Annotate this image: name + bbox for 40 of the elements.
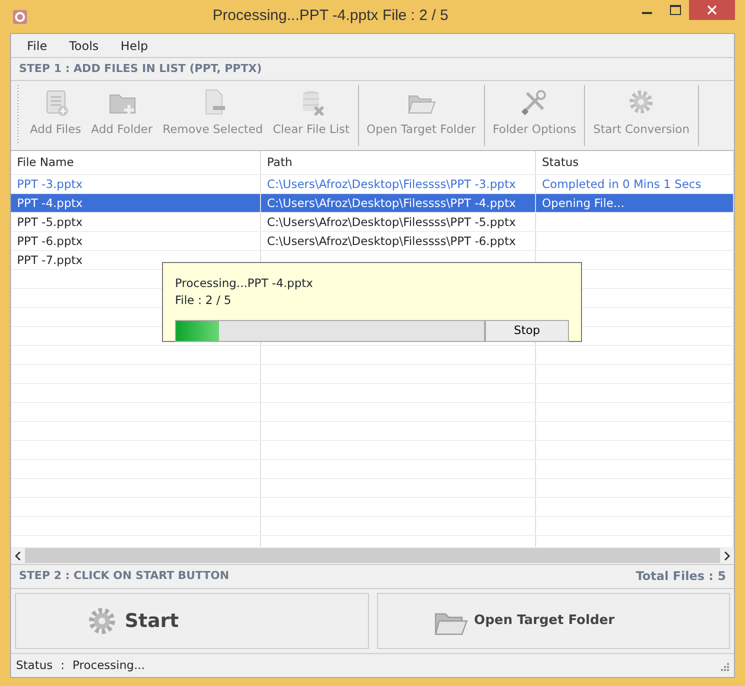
column-header[interactable]: Path: [261, 151, 536, 174]
step-heading: STEP 1 : ADD FILES IN LIST (PPT, PPTX): [19, 60, 262, 77]
file-path: C:\Users\Afroz\Desktop\Filessss\PPT -4.pptx: [267, 196, 516, 210]
file-name: PPT -3.pptx: [17, 177, 83, 191]
status-label: Status: [16, 656, 53, 674]
maximize-icon: [670, 5, 680, 15]
file-path: C:\Users\Afroz\Desktop\Filessss\PPT -5.pptx: [267, 215, 516, 229]
app-icon: [12, 8, 28, 24]
file-path: C:\Users\Afroz\Desktop\Filessss\PPT -3.pptx: [267, 177, 516, 191]
column-header[interactable]: File Name: [11, 151, 261, 174]
status-separator: :: [60, 656, 65, 674]
file-count-text: File : 2 / 5: [175, 292, 232, 310]
progress-text: Processing...PPT -4.pptx: [175, 275, 314, 292]
step-heading: STEP 2 : CLICK ON START BUTTON: [19, 568, 230, 584]
start-button[interactable]: Start: [15, 593, 368, 649]
file-name: PPT -6.pptx: [17, 234, 83, 248]
resize-grip-icon[interactable]: [719, 660, 729, 670]
column-header[interactable]: Status: [536, 151, 734, 174]
table-row[interactable]: PPT -4.pptx C:\Users\Afroz\Desktop\Filessss\PPT -4.pptx Opening File...: [11, 194, 734, 213]
menu-item[interactable]: Tools: [69, 36, 99, 54]
total-files-label: Total Files : 5: [636, 568, 726, 585]
file-name: PPT -7.pptx: [17, 253, 83, 267]
file-name: PPT -5.pptx: [17, 215, 83, 229]
file-status: Opening File...: [542, 196, 624, 210]
file-name: PPT -4.pptx: [17, 196, 83, 210]
close-icon: [707, 5, 717, 15]
open-target-folder-button[interactable]: Open Target Folder: [376, 593, 730, 649]
menu-item[interactable]: File: [27, 36, 48, 54]
stop-button[interactable]: Stop: [485, 320, 569, 342]
table-row[interactable]: PPT -6.pptx C:\Users\Afroz\Desktop\Filessss\PPT -6.pptx: [11, 232, 734, 251]
close-button[interactable]: [689, 0, 735, 20]
file-status: Completed in 0 Mins 1 Secs: [542, 177, 702, 191]
table-row[interactable]: PPT -5.pptx C:\Users\Afroz\Desktop\Filessss\PPT -5.pptx: [11, 213, 734, 232]
scrollbar-thumb[interactable]: [25, 548, 720, 563]
status-text: Processing...: [72, 656, 145, 674]
minimize-icon: [642, 12, 652, 14]
file-path: C:\Users\Afroz\Desktop\Filessss\PPT -6.pptx: [267, 234, 516, 248]
menu-item[interactable]: Help: [120, 36, 148, 54]
toolbar-grip-handle[interactable]: [17, 85, 19, 143]
window-title: Processing...PPT -4.pptx File : 2 / 5: [212, 6, 450, 26]
